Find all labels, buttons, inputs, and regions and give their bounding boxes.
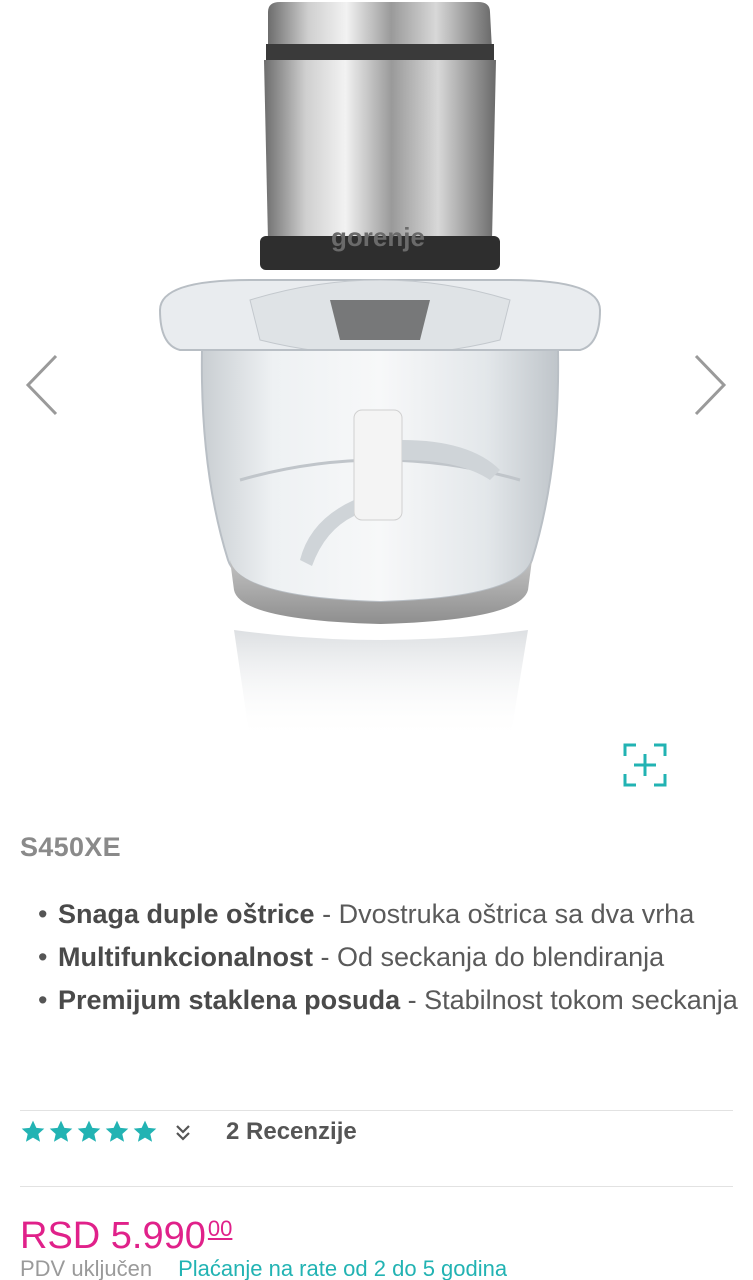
price: RSD 5.99000 — [20, 1206, 232, 1259]
star-icon — [105, 1120, 129, 1142]
feature-list: Snaga duple oštrice - Dvostruka oštrica … — [38, 893, 738, 1022]
star-icon — [21, 1120, 45, 1142]
price-cents: 00 — [207, 1216, 233, 1241]
product-gallery[interactable]: gorenje — [0, 0, 753, 800]
zoom-expand-icon[interactable] — [620, 740, 670, 790]
price-main: RSD 5.990 — [20, 1215, 206, 1257]
installments-link[interactable]: Plaćanje na rate od 2 do 5 godina — [178, 1256, 507, 1280]
vat-note: PDV uključen — [20, 1256, 153, 1280]
star-icon — [49, 1120, 73, 1142]
price-notes: PDV uključen Plaćanje na rate od 2 do 5 g… — [20, 1256, 507, 1280]
star-icon — [77, 1120, 101, 1142]
feature-title: Multifunkcionalnost — [58, 942, 313, 972]
feature-desc: - Dvostruka oštrica sa dva vrha — [314, 899, 695, 929]
feature-item: Multifunkcionalnost - Od seckanja do ble… — [38, 936, 738, 979]
feature-item: Snaga duple oštrice - Dvostruka oštrica … — [38, 893, 738, 936]
gallery-next-arrow[interactable] — [690, 350, 730, 420]
brand-logo-text: gorenje — [331, 222, 425, 252]
feature-title: Premijum staklena posuda — [58, 985, 401, 1015]
rating-stars[interactable] — [20, 1119, 158, 1145]
double-chevron-down-icon[interactable] — [174, 1121, 192, 1143]
divider — [20, 1110, 733, 1111]
product-page: gorenje S450XE • Snaga duple oštrice - D… — [0, 0, 753, 1280]
feature-desc: - Od seckanja do blendiranja — [312, 942, 665, 972]
reviews-link[interactable]: 2 Recenzije — [226, 1118, 357, 1146]
feature-title: Snaga duple oštrice — [58, 899, 315, 929]
product-model: S450XE — [20, 832, 121, 862]
feature-desc: - Stabilnost tokom seckanja — [400, 985, 738, 1015]
feature-item: Premijum staklena posuda - Stabilnost to… — [38, 979, 738, 1022]
rating-row: 2 Recenzije — [20, 1114, 357, 1150]
star-icon — [133, 1120, 157, 1142]
product-image[interactable]: gorenje — [140, 0, 610, 760]
divider — [20, 1186, 733, 1187]
gallery-prev-arrow[interactable] — [22, 350, 62, 420]
